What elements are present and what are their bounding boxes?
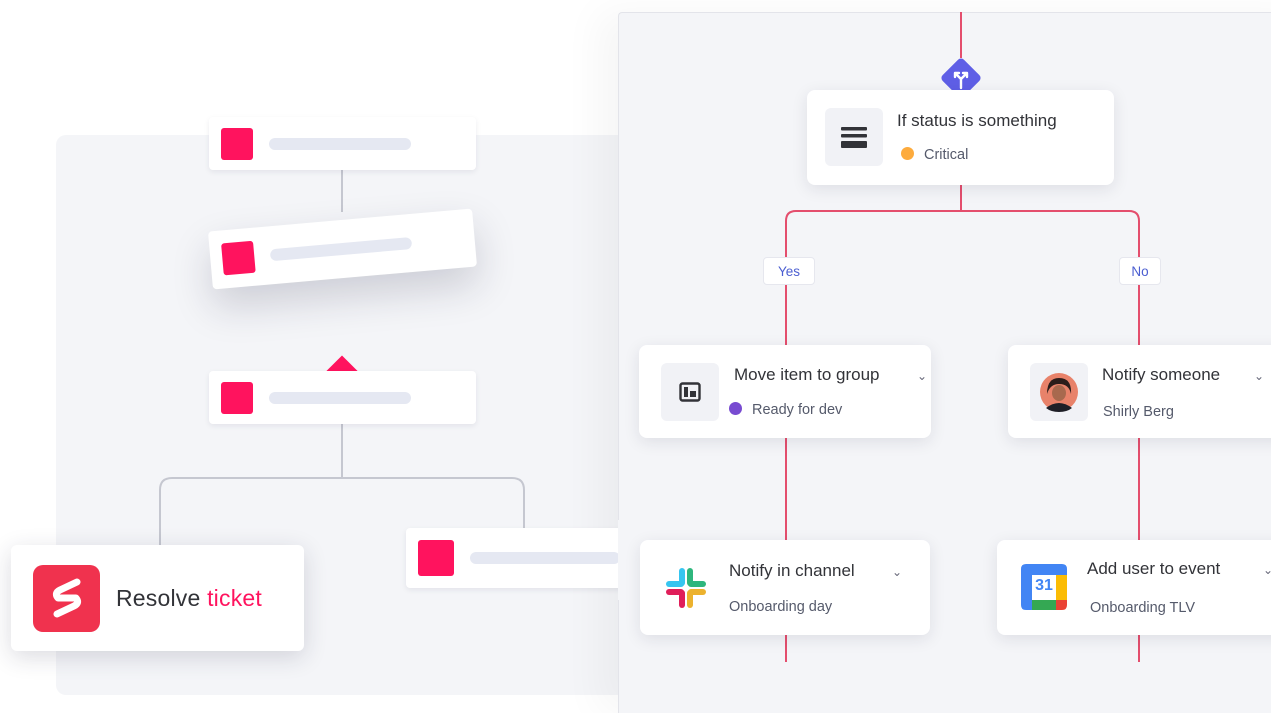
condition-title: If status is something bbox=[897, 111, 1057, 130]
action-title: Move item to group bbox=[734, 365, 880, 384]
action-subtitle: Onboarding day bbox=[729, 599, 833, 615]
placeholder-square bbox=[418, 540, 454, 576]
action-subtitle: Shirly Berg bbox=[1103, 404, 1174, 420]
no-branch-label[interactable]: No bbox=[1119, 257, 1161, 285]
placeholder-square bbox=[221, 381, 253, 414]
action-notify-in-channel[interactable]: Notify in channel ⌄ Onboarding day bbox=[640, 540, 930, 635]
status-column-icon bbox=[825, 108, 883, 166]
action-add-user-to-event[interactable]: 31 Add user to event ⌄ Onboarding TLV bbox=[997, 540, 1271, 635]
avatar bbox=[1030, 363, 1088, 421]
condition-status: Critical bbox=[901, 147, 968, 163]
resolve-label-accent: ticket bbox=[207, 584, 262, 611]
placeholder-square bbox=[221, 240, 256, 276]
chevron-down-icon[interactable]: ⌄ bbox=[1263, 563, 1271, 577]
placeholder-bar bbox=[269, 137, 411, 150]
slack-icon bbox=[662, 564, 710, 612]
placeholder-bar bbox=[269, 391, 411, 404]
chevron-down-icon[interactable]: ⌄ bbox=[917, 369, 927, 383]
resolve-ticket-label: Resolve ticket bbox=[116, 585, 262, 612]
action-title: Notify someone bbox=[1102, 365, 1221, 384]
group-icon bbox=[661, 363, 719, 421]
chevron-down-icon[interactable]: ⌄ bbox=[892, 565, 902, 579]
resolve-ticket-card[interactable]: Resolve ticket bbox=[11, 545, 304, 651]
placeholder-card-3 bbox=[209, 371, 476, 424]
condition-node[interactable]: If status is something Critical bbox=[807, 90, 1114, 185]
chevron-down-icon[interactable]: ⌄ bbox=[1254, 369, 1264, 383]
resolve-logo-icon bbox=[33, 564, 100, 632]
action-subtitle: Onboarding TLV bbox=[1090, 600, 1196, 616]
resolve-label-prefix: Resolve bbox=[116, 584, 201, 611]
action-title: Notify in channel bbox=[729, 561, 855, 580]
placeholder-square bbox=[221, 127, 253, 160]
action-subtitle-label: Ready for dev bbox=[752, 402, 843, 418]
condition-status-label: Critical bbox=[924, 147, 969, 163]
status-dot bbox=[901, 147, 914, 160]
action-subtitle: Ready for dev bbox=[729, 402, 842, 418]
yes-branch-label[interactable]: Yes bbox=[763, 257, 815, 285]
placeholder-bar bbox=[470, 552, 620, 564]
calendar-day: 31 bbox=[1035, 577, 1053, 594]
placeholder-card-4 bbox=[406, 528, 636, 588]
action-move-item-to-group[interactable]: Move item to group ⌄ Ready for dev bbox=[639, 345, 931, 438]
group-color-dot bbox=[729, 402, 742, 415]
placeholder-card-1 bbox=[209, 117, 476, 170]
calendar-icon: 31 bbox=[1019, 562, 1069, 612]
person-avatar-icon bbox=[1040, 373, 1078, 412]
action-notify-someone[interactable]: Notify someone ⌄ Shirly Berg bbox=[1008, 345, 1271, 438]
placeholder-bar bbox=[269, 236, 413, 262]
action-title: Add user to event bbox=[1087, 559, 1221, 578]
